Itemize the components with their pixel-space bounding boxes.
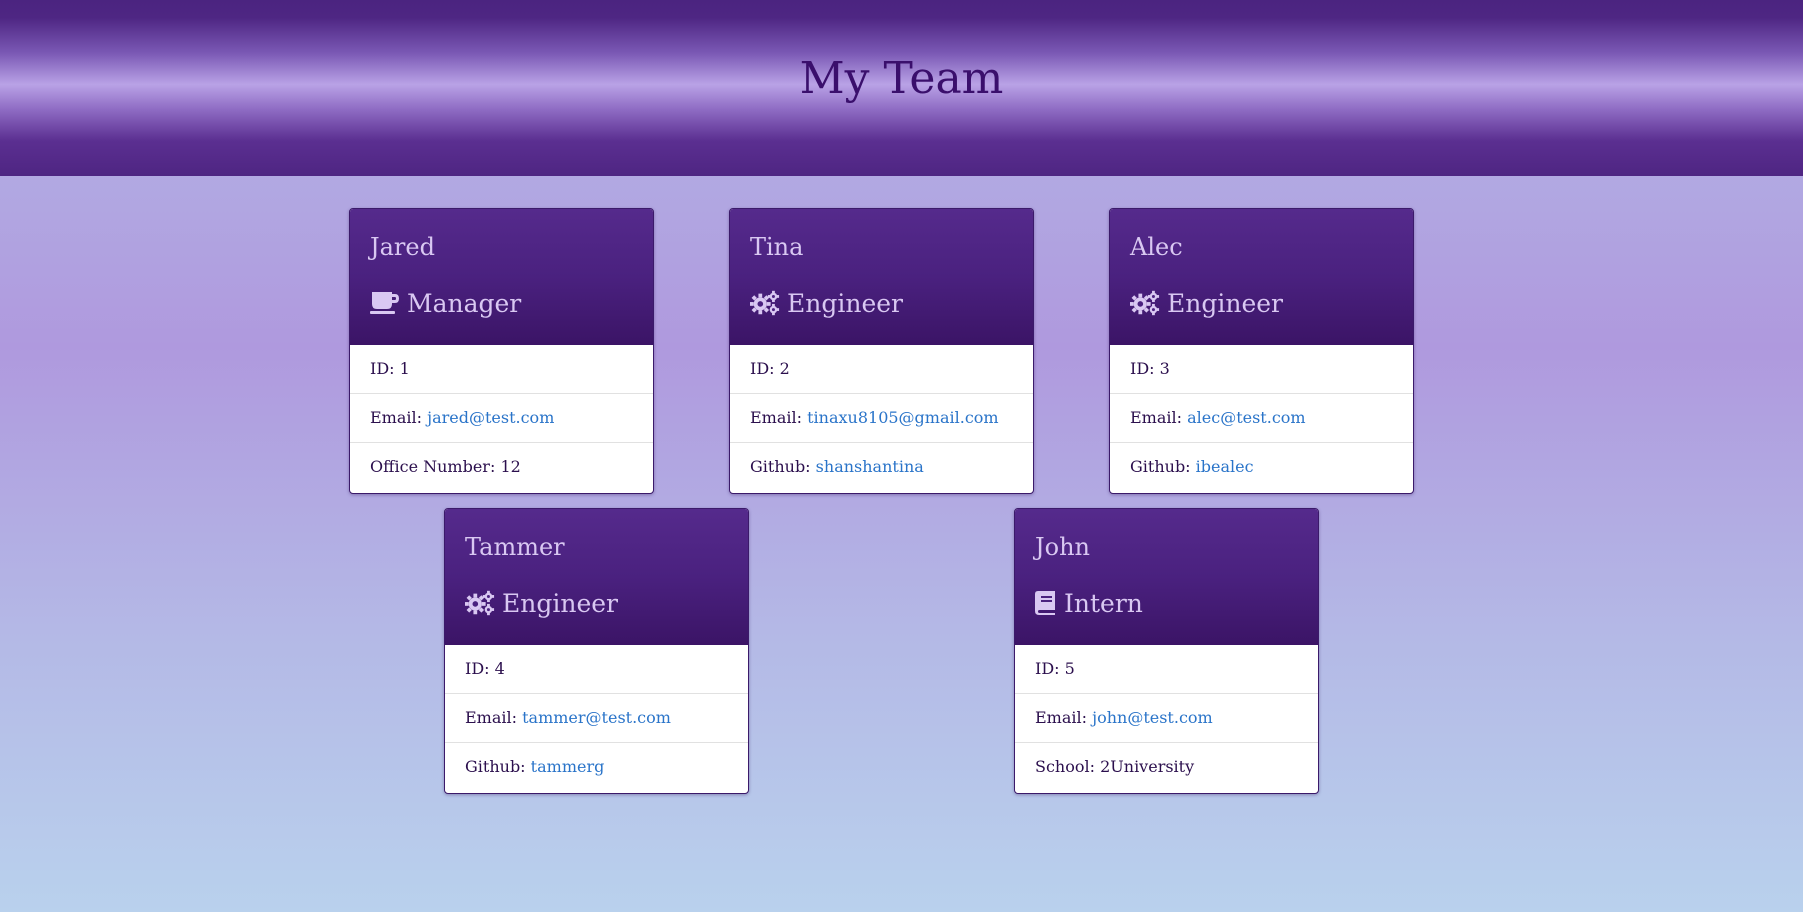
- coffee-icon: [370, 289, 400, 317]
- email-link[interactable]: john@test.com: [1092, 708, 1213, 727]
- email-link[interactable]: jared@test.com: [427, 408, 554, 427]
- employee-role: Engineer: [750, 285, 1013, 321]
- role-label: Engineer: [787, 288, 903, 318]
- id-row: ID: 2: [730, 345, 1033, 394]
- id-value: 5: [1064, 659, 1075, 678]
- id-row: ID: 4: [445, 645, 748, 694]
- github-row: Github: tammerg: [445, 743, 748, 791]
- email-link[interactable]: alec@test.com: [1187, 408, 1305, 427]
- gears-icon: [1130, 289, 1160, 317]
- role-label: Engineer: [502, 588, 618, 618]
- github-link[interactable]: tammerg: [531, 757, 605, 776]
- email-label: Email:: [1035, 708, 1088, 727]
- id-label: ID:: [1130, 359, 1155, 378]
- email-row: Email: tinaxu8105@gmail.com: [730, 394, 1033, 443]
- employee-card-jared: Jared Manager ID: 1 Email: jared@test.co…: [349, 208, 654, 494]
- id-row: ID: 1: [350, 345, 653, 394]
- employee-card-tina: Tina Engineer ID: 2 Email: tinaxu8105@gm…: [729, 208, 1034, 494]
- email-label: Email:: [465, 708, 518, 727]
- id-value: 1: [399, 359, 410, 378]
- card-header: Tammer Engineer: [445, 509, 748, 645]
- email-row: Email: tammer@test.com: [445, 694, 748, 743]
- id-value: 3: [1159, 359, 1170, 378]
- id-label: ID:: [370, 359, 395, 378]
- employee-card-tammer: Tammer Engineer ID: 4 Email: tammer@test…: [444, 508, 749, 794]
- card-header: Jared Manager: [350, 209, 653, 345]
- office-number-value: 12: [500, 457, 521, 476]
- role-label: Engineer: [1167, 288, 1283, 318]
- github-link[interactable]: ibealec: [1196, 457, 1254, 476]
- employee-role: Intern: [1035, 585, 1298, 621]
- id-label: ID:: [1035, 659, 1060, 678]
- id-label: ID:: [750, 359, 775, 378]
- employee-name: Alec: [1130, 233, 1183, 261]
- github-label: Github:: [750, 457, 811, 476]
- role-label: Manager: [407, 288, 522, 318]
- card-header: John Intern: [1015, 509, 1318, 645]
- employee-name: Tammer: [465, 533, 565, 561]
- id-row: ID: 5: [1015, 645, 1318, 694]
- employee-role: Engineer: [465, 585, 728, 621]
- github-label: Github:: [1130, 457, 1191, 476]
- email-link[interactable]: tammer@test.com: [522, 708, 671, 727]
- book-icon: [1035, 589, 1057, 617]
- school-value: 2University: [1100, 757, 1195, 776]
- employee-card-alec: Alec Engineer ID: 3 Email: alec@test.com…: [1109, 208, 1414, 494]
- employee-role: Engineer: [1130, 285, 1393, 321]
- role-label: Intern: [1064, 588, 1143, 618]
- page-title: My Team: [799, 53, 1004, 104]
- employee-name: John: [1035, 533, 1090, 561]
- employee-card-john: John Intern ID: 5 Email: john@test.com S…: [1014, 508, 1319, 794]
- email-row: Email: john@test.com: [1015, 694, 1318, 743]
- card-header: Tina Engineer: [730, 209, 1033, 345]
- email-label: Email:: [750, 408, 803, 427]
- school-row: School: 2University: [1015, 743, 1318, 791]
- page-header: My Team: [0, 0, 1803, 176]
- github-link[interactable]: shanshantina: [816, 457, 924, 476]
- id-value: 4: [494, 659, 505, 678]
- office-number-label: Office Number:: [370, 457, 496, 476]
- email-link[interactable]: tinaxu8105@gmail.com: [807, 408, 998, 427]
- employee-role: Manager: [370, 285, 633, 321]
- employee-name: Tina: [750, 233, 804, 261]
- email-label: Email:: [1130, 408, 1183, 427]
- email-row: Email: alec@test.com: [1110, 394, 1413, 443]
- employee-name: Jared: [370, 233, 435, 261]
- github-row: Github: ibealec: [1110, 443, 1413, 491]
- id-label: ID:: [465, 659, 490, 678]
- card-header: Alec Engineer: [1110, 209, 1413, 345]
- email-label: Email:: [370, 408, 423, 427]
- email-row: Email: jared@test.com: [350, 394, 653, 443]
- office-number-row: Office Number: 12: [350, 443, 653, 491]
- id-row: ID: 3: [1110, 345, 1413, 394]
- github-row: Github: shanshantina: [730, 443, 1033, 491]
- gears-icon: [465, 589, 495, 617]
- school-label: School:: [1035, 757, 1095, 776]
- id-value: 2: [779, 359, 790, 378]
- gears-icon: [750, 289, 780, 317]
- github-label: Github:: [465, 757, 526, 776]
